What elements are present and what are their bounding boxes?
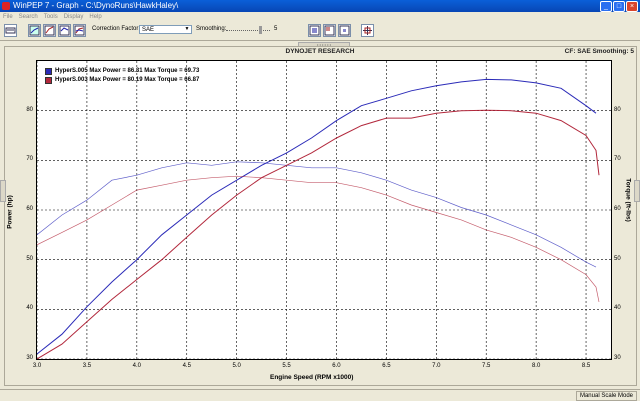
y-tick-label: 30 xyxy=(26,355,33,361)
slider-track xyxy=(226,30,270,32)
zoom-box-icon[interactable] xyxy=(323,24,336,37)
x-tick-label: 8.0 xyxy=(531,363,541,369)
y-tick-label: 40 xyxy=(26,305,33,312)
graph-torque-icon[interactable] xyxy=(58,24,71,37)
close-icon[interactable]: × xyxy=(626,1,638,12)
legend-entry: HyperS.003 Max Power = 80.19 Max Torque … xyxy=(43,76,213,85)
status-bar: Manual Scale Mode xyxy=(0,389,640,401)
menu-file[interactable]: File xyxy=(3,12,13,22)
series-line-torque-hypers-003 xyxy=(37,175,600,302)
smoothing-slider[interactable] xyxy=(226,26,270,34)
chart-legend: HyperS.005 Max Power = 86.31 Max Torque … xyxy=(43,67,213,85)
graph-overlay-icon[interactable] xyxy=(73,24,86,37)
correction-factor-select[interactable]: SAE ▼ xyxy=(139,25,192,34)
plot-area xyxy=(36,60,612,360)
y-tick-label: 80 xyxy=(26,106,33,113)
correction-factor-value: SAE xyxy=(142,27,155,33)
x-tick-label: 5.5 xyxy=(282,363,291,369)
x-tick-label: 4.0 xyxy=(132,363,141,369)
series-line-power-hypers-003 xyxy=(37,109,600,359)
keyboard-icon[interactable] xyxy=(4,24,17,37)
series-line-power-hypers-005 xyxy=(37,78,597,355)
legend-entry: HyperS.005 Max Power = 86.31 Max Torque … xyxy=(43,67,213,76)
x-tick-label: 8.5 xyxy=(581,363,591,369)
y2-tick-label: 70 xyxy=(614,156,621,163)
menu-help[interactable]: Help xyxy=(89,12,101,22)
y-tick-label: 70 xyxy=(26,156,33,163)
y2-axis-label: Torque (ft-lbs) xyxy=(624,178,632,222)
title-bar: WinPEP 7 - Graph - C:\DynoRuns\HawkHaley… xyxy=(0,0,640,12)
x-tick-label: 6.5 xyxy=(382,363,391,369)
series-line-torque-hypers-005 xyxy=(37,161,597,268)
graph-settings-readout: CF: SAE Smoothing: 5 xyxy=(564,48,634,55)
y2-tick-label: 40 xyxy=(614,305,621,312)
minimize-icon[interactable]: _ xyxy=(600,1,612,12)
app-icon xyxy=(2,2,10,10)
window-title: WinPEP 7 - Graph - C:\DynoRuns\HawkHaley… xyxy=(13,1,179,10)
zoom-in-icon[interactable] xyxy=(308,24,321,37)
chevron-down-icon[interactable]: ▼ xyxy=(183,26,191,33)
crosshair-icon[interactable] xyxy=(361,24,374,37)
y-tick-label: 50 xyxy=(26,255,33,262)
menu-search[interactable]: Search xyxy=(19,12,38,22)
graph-select-icon[interactable] xyxy=(28,24,41,37)
x-tick-label: 5.0 xyxy=(232,363,241,369)
x-tick-label: 6.0 xyxy=(332,363,341,369)
window-controls: _ □ × xyxy=(600,1,638,12)
menu-display[interactable]: Display xyxy=(64,12,84,22)
y-axis-label: Power (hp) xyxy=(6,195,14,229)
y2-tick-label: 50 xyxy=(614,255,621,262)
y2-tick-label: 30 xyxy=(614,355,621,361)
smoothing-value: 5 xyxy=(274,26,278,32)
graph-power-icon[interactable] xyxy=(43,24,56,37)
menu-tools[interactable]: Tools xyxy=(44,12,58,22)
graph-header: DYNOJET RESEARCH xyxy=(285,48,355,55)
x-tick-label: 7.5 xyxy=(482,363,491,369)
x-tick-label: 3.0 xyxy=(32,363,42,369)
x-tick-label: 3.5 xyxy=(82,363,92,369)
slider-thumb[interactable] xyxy=(258,26,262,34)
dyno-chart xyxy=(37,61,611,359)
x-tick-label: 7.0 xyxy=(432,363,441,369)
smoothing-label: Smoothing: xyxy=(196,26,227,32)
zoom-out-icon[interactable] xyxy=(338,24,351,37)
legend-swatch xyxy=(45,68,52,75)
x-axis-label: Engine Speed (RPM x1000) xyxy=(270,374,354,381)
legend-label: HyperS.003 Max Power = 80.19 Max Torque … xyxy=(55,77,200,83)
right-panel-tab[interactable] xyxy=(634,180,640,202)
left-panel-tab[interactable] xyxy=(0,180,6,202)
menu-bar: File Search Tools Display Help xyxy=(0,12,640,22)
x-tick-label: 4.5 xyxy=(182,363,191,369)
y2-tick-label: 80 xyxy=(614,106,621,113)
legend-swatch xyxy=(45,77,52,84)
maximize-icon[interactable]: □ xyxy=(613,1,625,12)
legend-label: HyperS.005 Max Power = 86.31 Max Torque … xyxy=(55,68,200,74)
toolbar: Correction Factor SAE ▼ Smoothing: 5 xyxy=(0,22,640,41)
correction-factor-label: Correction Factor xyxy=(92,26,139,32)
